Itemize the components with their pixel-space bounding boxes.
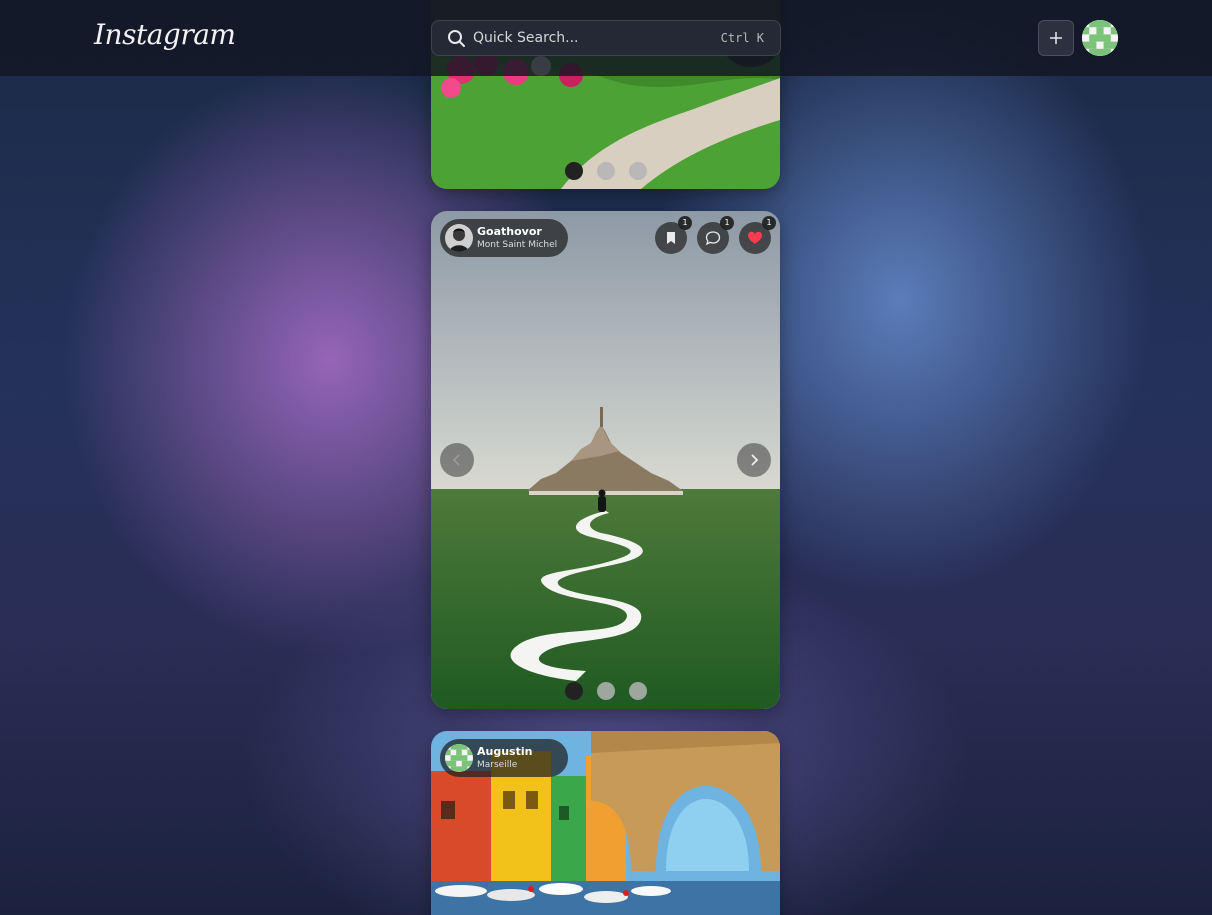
search-icon: [448, 30, 465, 47]
search-placeholder: Quick Search...: [473, 30, 579, 46]
author-avatar: [445, 224, 473, 252]
save-count: 1: [678, 216, 692, 230]
user-avatar[interactable]: [1082, 20, 1118, 56]
save-button[interactable]: 1: [655, 216, 692, 254]
post-card[interactable]: Goathovor Mont Saint Michel 1 1 1: [431, 211, 780, 709]
post-card[interactable]: Augustin Marseille: [431, 731, 780, 915]
comment-button[interactable]: 1: [697, 216, 734, 254]
post-image-mont-saint-michel: [431, 211, 780, 709]
quick-search-field[interactable]: Quick Search... Ctrl K: [431, 20, 781, 56]
author-name: Augustin: [477, 745, 533, 758]
comment-icon: [705, 231, 721, 246]
author-location: Mont Saint Michel: [477, 240, 558, 250]
carousel-dot[interactable]: [564, 682, 583, 700]
portrait-avatar-icon: [445, 224, 473, 252]
new-post-button[interactable]: [1038, 20, 1074, 56]
plus-icon: [1050, 32, 1062, 44]
instagram-logo[interactable]: Instagram: [94, 18, 236, 51]
author-name: Goathovor: [477, 225, 542, 238]
author-location: Marseille: [477, 760, 518, 770]
carousel-dot[interactable]: [596, 162, 615, 180]
carousel-dot[interactable]: [596, 682, 615, 700]
identicon-avatar-icon: [445, 744, 473, 772]
bookmark-icon: [667, 232, 675, 244]
author-chip[interactable]: Augustin Marseille: [440, 739, 568, 777]
author-chip[interactable]: Goathovor Mont Saint Michel: [440, 219, 568, 257]
carousel-dot[interactable]: [628, 682, 647, 700]
carousel-indicator: [431, 682, 780, 700]
author-avatar: [445, 744, 473, 772]
like-count: 1: [762, 216, 776, 230]
heart-filled-icon: [748, 231, 762, 244]
comment-count: 1: [720, 216, 734, 230]
next-image-button[interactable]: [737, 443, 771, 477]
carousel-dot[interactable]: [564, 162, 583, 180]
like-button[interactable]: 1: [739, 216, 776, 254]
top-bar: Instagram Quick Search... Ctrl K: [0, 0, 1212, 76]
search-shortcut-hint: Ctrl K: [720, 31, 764, 45]
chevron-right-icon: [751, 454, 759, 466]
chevron-left-icon: [452, 454, 460, 466]
carousel-indicator: [431, 162, 780, 180]
identicon-avatar-icon: [1082, 20, 1118, 56]
carousel-dot[interactable]: [628, 162, 647, 180]
previous-image-button[interactable]: [440, 443, 474, 477]
